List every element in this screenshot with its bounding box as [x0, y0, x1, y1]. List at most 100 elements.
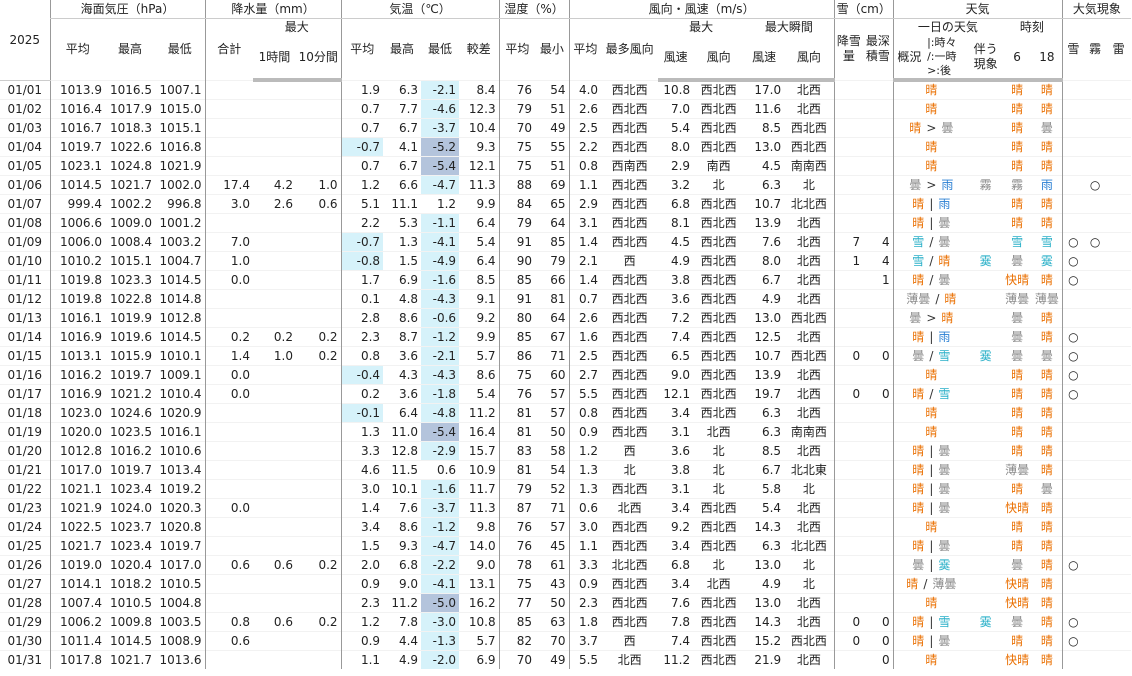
weather-6h: 霧: [1011, 177, 1024, 192]
weather-summary-part: |: [929, 462, 934, 477]
pressure-cell: 1020.3: [155, 497, 205, 517]
wind-speed-cell: 2.2: [568, 136, 602, 156]
wind-speed-cell: 4.9: [744, 288, 785, 308]
wind-speed-cell: 11.6: [744, 98, 785, 118]
temp-cell: -0.7: [340, 231, 384, 251]
temp-cell: -0.7: [340, 136, 384, 156]
weather-18h-cell: 霙: [1032, 250, 1063, 270]
wind-speed-cell: 3.3: [568, 554, 602, 574]
precip-cell: [253, 592, 296, 612]
weather-6h-cell: 晴: [1002, 98, 1033, 118]
table-row: 01/26 1019.0 1020.4 1017.0 0.6 0.6 0.2 2.0 6.8 -2…: [0, 554, 1132, 574]
wind-speed-cell: 6.5: [658, 345, 694, 365]
phenomena-cell: [1106, 288, 1132, 308]
weather-summary-part: |: [929, 329, 934, 344]
pressure-cell: 1015.0: [155, 98, 205, 118]
precip-cell: [253, 79, 296, 99]
phenomena-cell: [1106, 136, 1132, 156]
wind-dir-cell: 北西: [784, 326, 835, 346]
date-cell: 01/03: [0, 117, 50, 137]
temp-cell: 4.9: [383, 649, 422, 669]
wind-speed-cell: 0.7: [568, 288, 602, 308]
pressure-cell: 1014.5: [49, 174, 105, 194]
wind-speed-cell: 8.5: [744, 117, 785, 137]
humidity-cell: 51: [535, 98, 570, 118]
col-wx-18: 18: [1032, 36, 1063, 82]
snow-cell: [863, 364, 894, 384]
precip-cell: [296, 98, 342, 118]
temp-cell: 3.3: [340, 440, 384, 460]
wind-speed-cell: 6.3: [744, 535, 785, 555]
weather-6h: 晴: [1011, 633, 1024, 648]
weather-summary-part: /: [929, 253, 934, 268]
wind-dir-cell: 西北西: [693, 212, 745, 232]
phenomena-cell: [1106, 440, 1132, 460]
precip-cell: 7.0: [204, 231, 253, 251]
weather-phenomenon-cell: [969, 478, 1003, 498]
pressure-cell: 1009.8: [105, 611, 155, 631]
pressure-cell: 1019.7: [49, 136, 105, 156]
weather-summary-part: |: [929, 538, 934, 553]
humidity-cell: 57: [535, 383, 570, 403]
weather-summary-part: 晴: [925, 83, 938, 98]
precip-cell: 1.0: [253, 345, 296, 365]
table-row: 01/13 1016.1 1019.9 1012.8 2.8 8.6 -0.6 9.2 80 64…: [0, 307, 1132, 327]
weather-summary-part: 晴: [909, 120, 922, 135]
wind-dir-cell: 北西: [784, 250, 835, 270]
temp-cell: 5.4: [459, 231, 500, 251]
precip-cell: [253, 516, 296, 536]
phenomena-cell: [1106, 516, 1132, 536]
phenomena-cell: [1061, 136, 1085, 156]
weather-6h-cell: 晴: [1002, 402, 1033, 422]
wind-speed-cell: 13.0: [744, 592, 785, 612]
weather-phenomenon-cell: [969, 155, 1003, 175]
wind-dir-cell: 西北西: [601, 478, 659, 498]
wind-dir-cell: 西北西: [693, 516, 745, 536]
snow-cell: [863, 136, 894, 156]
snow-cell: [833, 649, 864, 669]
humidity-cell: 76: [498, 79, 536, 99]
wind-speed-cell: 0.8: [568, 155, 602, 175]
wind-speed-cell: 3.1: [568, 212, 602, 232]
weather-6h-cell: 霧: [1002, 174, 1033, 194]
temp-cell: 3.0: [340, 478, 384, 498]
date-cell: 01/25: [0, 535, 50, 555]
pressure-cell: 1010.5: [105, 592, 155, 612]
temp-cell: 9.0: [383, 573, 422, 593]
weather-18h-cell: 晴: [1032, 383, 1063, 403]
phenomena-cell: [1106, 79, 1132, 99]
precip-cell: 0.2: [296, 345, 342, 365]
wind-dir-cell: 西北西: [601, 326, 659, 346]
snow-cell: [833, 573, 864, 593]
weather-phenomenon-cell: [969, 117, 1003, 137]
weather-summary-cell: 晴 | 雨: [892, 326, 970, 346]
wind-speed-cell: 1.8: [568, 611, 602, 631]
humidity-cell: 75: [498, 136, 536, 156]
weather-phenomenon-cell: [969, 326, 1003, 346]
weather-18h: 霙: [1040, 253, 1053, 268]
phenomena-cell: [1106, 117, 1132, 137]
phenomena-cell: [1084, 535, 1107, 555]
temp-cell: 0.9: [340, 630, 384, 650]
date-cell: 01/13: [0, 307, 50, 327]
phenomena-cell: [1084, 193, 1107, 213]
phenomena-cell: [1084, 421, 1107, 441]
pressure-cell: 1012.8: [155, 307, 205, 327]
weather-18h: 晴: [1040, 215, 1053, 230]
precip-cell: [204, 98, 253, 118]
pressure-cell: 1003.5: [155, 611, 205, 631]
pressure-cell: 1020.0: [49, 421, 105, 441]
weather-summary-part: /: [929, 272, 934, 287]
col-t-min: 最低: [428, 42, 453, 56]
weather-summary-part: 曇: [909, 310, 922, 325]
snow-cell: [863, 516, 894, 536]
table-row: 01/02 1016.4 1017.9 1015.0 0.7 7.7 -4.6 12.3 79 5…: [0, 98, 1132, 118]
col-p-avg: 平均: [49, 18, 105, 80]
weather-summary-part: 晴: [944, 291, 957, 306]
precip-cell: 0.2: [296, 554, 342, 574]
weather-6h-cell: 晴: [1002, 383, 1033, 403]
weather-6h: 晴: [1011, 405, 1024, 420]
phenomena-cell: [1106, 174, 1132, 194]
weather-summary-part: 曇: [909, 177, 922, 192]
phenomena-cell: [1061, 288, 1085, 308]
